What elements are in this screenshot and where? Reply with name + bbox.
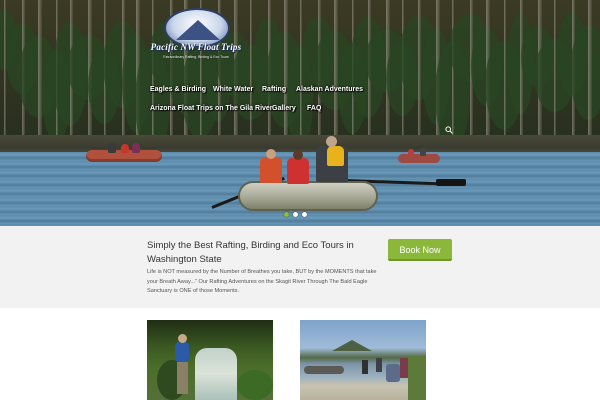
raft-main: [238, 181, 378, 211]
life-vest: [327, 146, 344, 166]
tree-trunk: [250, 0, 252, 140]
logo-tagline: Extraordinary Rafting, Birding & Eco Tou…: [163, 55, 229, 59]
cta-text: Life is NOT measured by the Number of Br…: [147, 269, 377, 295]
tree-trunk: [4, 0, 6, 140]
slider-pagination: [284, 212, 318, 218]
rafter: [121, 144, 129, 153]
nav-arizona-float-trips[interactable]: Arizona Float Trips on The Gila River: [150, 105, 273, 112]
slider-dot[interactable]: [302, 212, 307, 217]
rafter-head: [293, 150, 303, 160]
tree-trunk: [588, 0, 592, 140]
rafter: [408, 149, 414, 156]
slider-dot[interactable]: [293, 212, 298, 217]
raft-right: [398, 154, 440, 163]
rafter: [108, 143, 116, 153]
tree-trunk: [504, 0, 506, 140]
rafter-head: [266, 149, 276, 159]
hero-slider: Pacific NW Float Trips Extraordinary Raf…: [0, 0, 600, 226]
rafter-head: [326, 136, 337, 147]
forest-background: [0, 0, 600, 156]
nav-white-water[interactable]: White Water: [213, 86, 253, 93]
rafter: [420, 148, 426, 156]
tree-trunk: [38, 0, 42, 140]
beach-photo[interactable]: [300, 320, 426, 400]
tree-trunk: [300, 0, 302, 140]
nav-rafting[interactable]: Rafting: [262, 86, 286, 93]
tree-trunk: [334, 0, 338, 140]
nav-faq[interactable]: FAQ: [307, 105, 321, 112]
search-icon[interactable]: [445, 126, 453, 134]
slider-dot[interactable]: [284, 212, 289, 217]
book-now-button[interactable]: Book Now: [388, 239, 452, 261]
rafter: [132, 143, 140, 153]
tree-trunk: [418, 0, 421, 140]
page: Pacific NW Float Trips Extraordinary Raf…: [0, 0, 600, 400]
site-logo[interactable]: Pacific NW Float Trips Extraordinary Raf…: [146, 8, 246, 60]
cta-title: Simply the Best Rafting, Birding and Eco…: [147, 240, 354, 265]
nav-alaskan-adventures[interactable]: Alaskan Adventures: [296, 86, 363, 93]
mountain-icon: [176, 20, 220, 40]
oar-blade: [436, 179, 466, 186]
tree-trunk: [554, 0, 556, 140]
logo-text: Pacific NW Float Trips: [150, 42, 242, 52]
rafter: [260, 157, 282, 183]
birding-photo[interactable]: [147, 320, 273, 400]
rafter: [287, 158, 309, 184]
nav-eagles-birding[interactable]: Eagles & Birding: [150, 86, 206, 93]
nav-gallery[interactable]: Gallery: [272, 105, 296, 112]
